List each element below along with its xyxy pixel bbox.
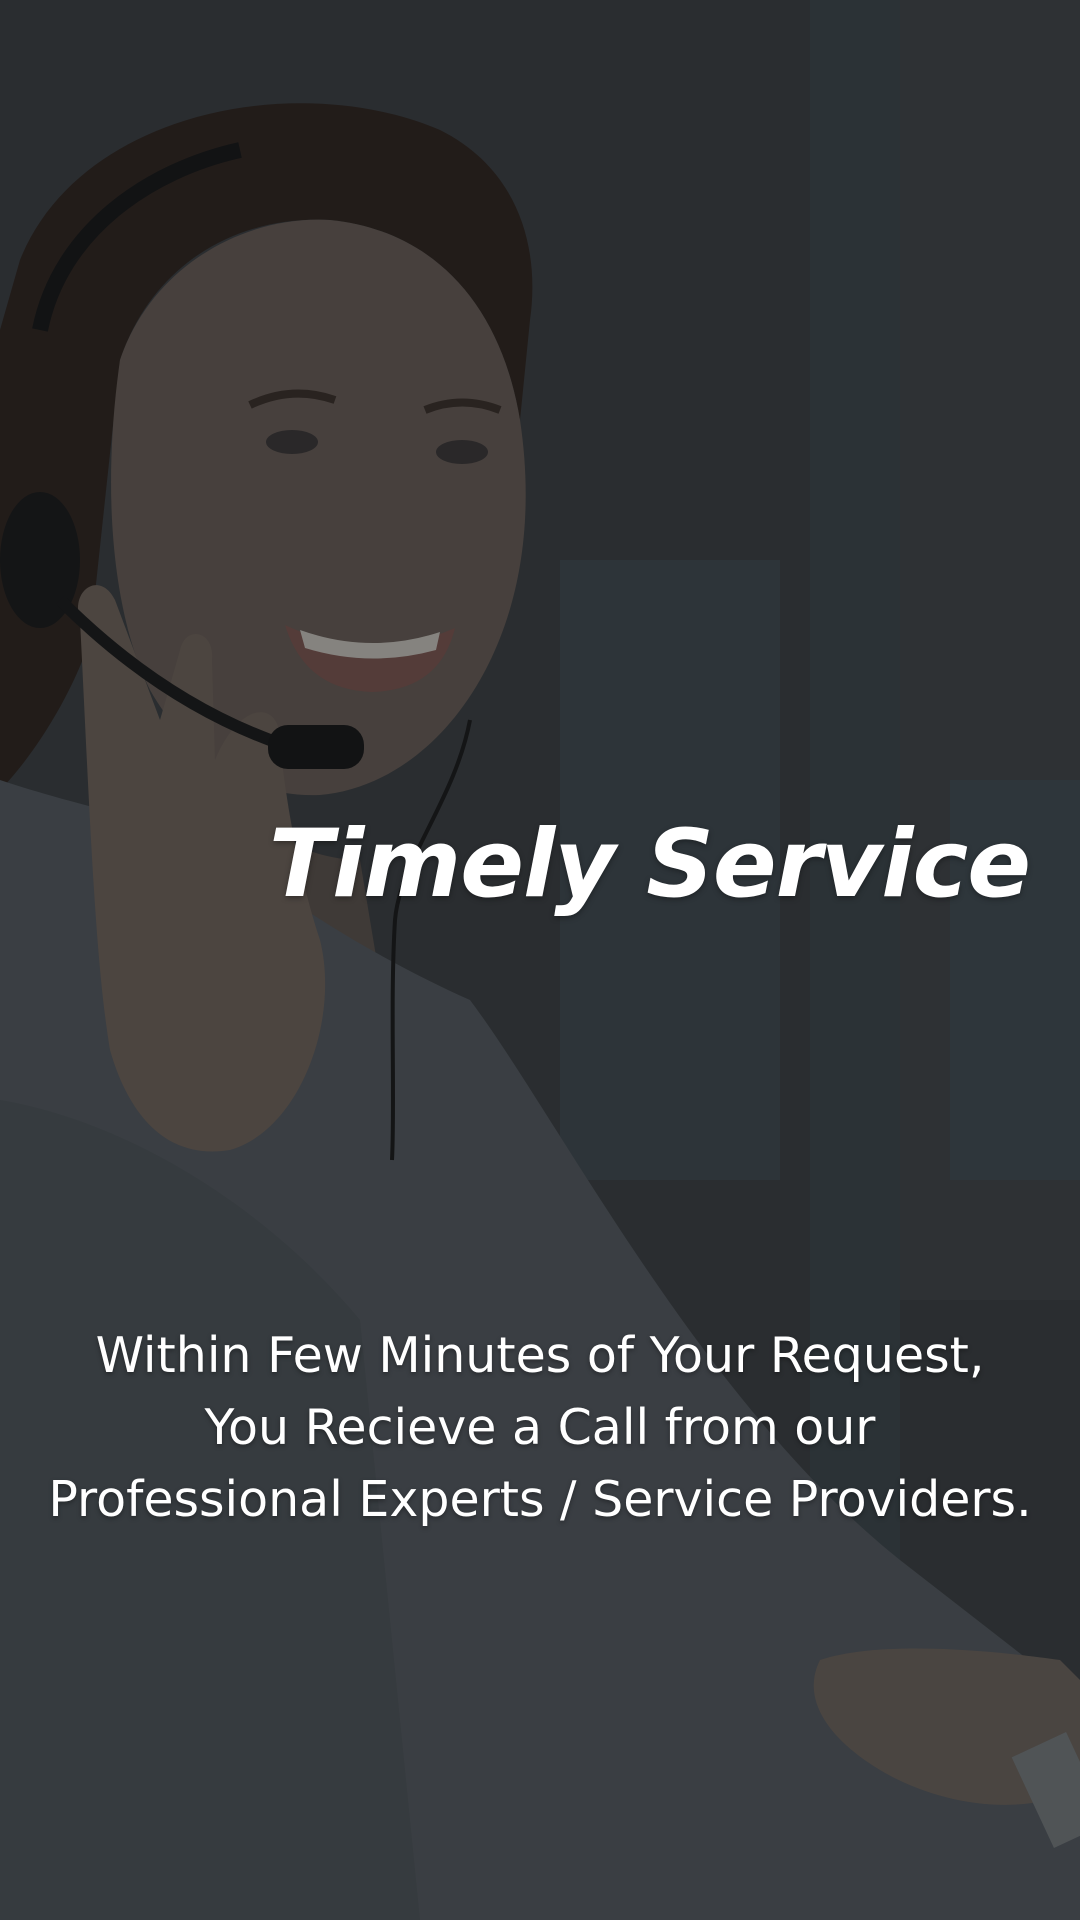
headline: Timely Service [268, 810, 1031, 919]
dark-overlay [0, 0, 1080, 1920]
onboarding-screen: Timely Service Within Few Minutes of You… [0, 0, 1080, 1920]
description-line: Within Few Minutes of Your Request, [95, 1327, 985, 1384]
description-line: Professional Experts / Service Providers… [48, 1471, 1032, 1528]
description-line: You Recieve a Call from our [204, 1399, 876, 1456]
description: Within Few Minutes of Your Request, You … [0, 1320, 1080, 1536]
